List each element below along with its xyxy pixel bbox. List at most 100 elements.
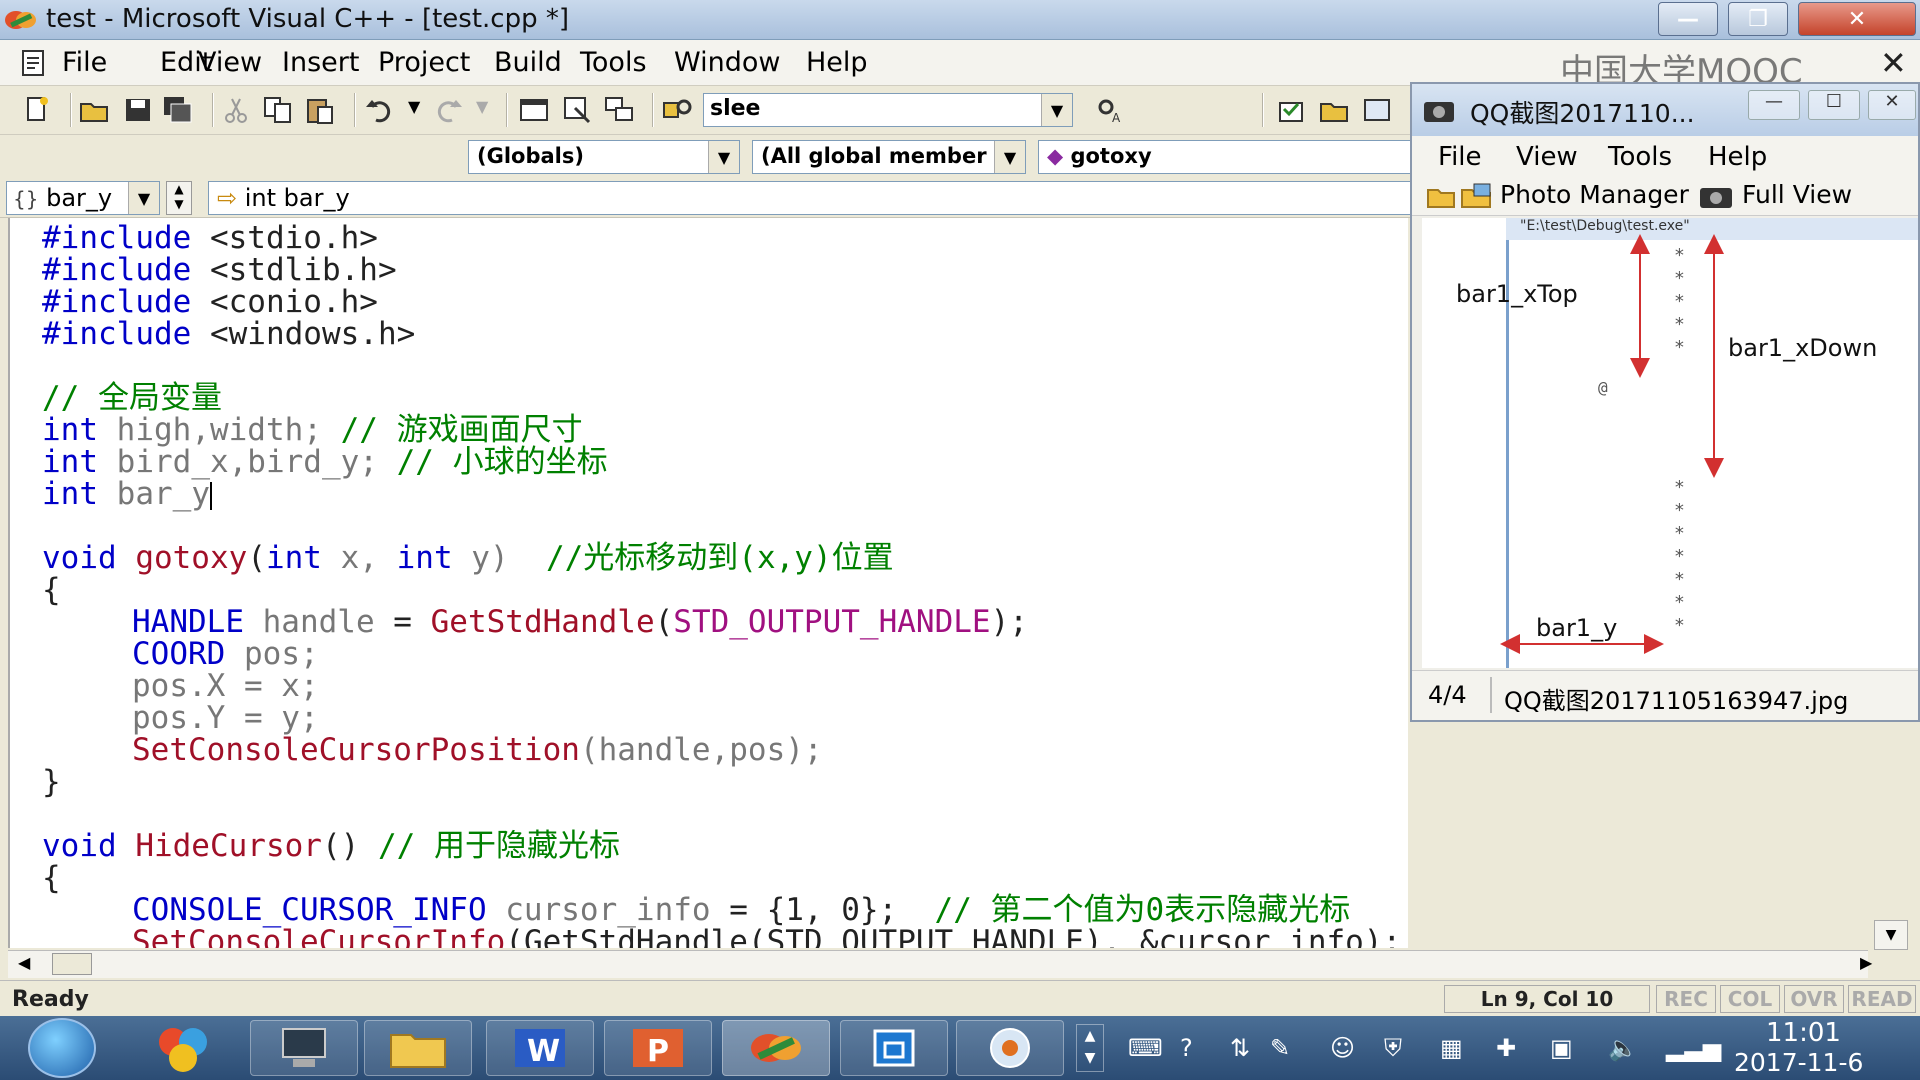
network-activity-icon[interactable]: ⇅	[1230, 1034, 1250, 1062]
menu-view[interactable]: View	[198, 47, 262, 78]
volume-icon[interactable]: 🔈	[1608, 1034, 1638, 1062]
definition-field[interactable]: ⇨ int bar_y	[208, 181, 1418, 215]
open-folder-icon[interactable]	[1426, 182, 1456, 210]
status-col: COL	[1720, 985, 1780, 1013]
output-window-icon[interactable]	[562, 95, 594, 125]
signal-icon[interactable]: ▂▃▅	[1666, 1034, 1721, 1062]
chevron-down-icon[interactable]: ▼	[708, 141, 739, 173]
task-word-icon[interactable]: W	[486, 1020, 594, 1076]
cut-icon[interactable]	[220, 95, 252, 125]
device-icon[interactable]: ▣	[1550, 1034, 1573, 1062]
copy-icon[interactable]	[262, 95, 294, 125]
viewer-menu-tools[interactable]: Tools	[1608, 142, 1672, 172]
project-window-icon[interactable]	[1362, 95, 1394, 125]
open-folder-icon[interactable]	[78, 95, 110, 125]
app-grid-icon[interactable]: ▦	[1440, 1034, 1463, 1062]
workspace-icon[interactable]	[518, 95, 550, 125]
clock-date[interactable]: 2017-11-6	[1734, 1048, 1863, 1077]
add-icon[interactable]: ✚	[1496, 1034, 1516, 1062]
viewer-menu-file[interactable]: File	[1438, 142, 1482, 172]
undo-icon[interactable]	[364, 95, 396, 125]
task-visual-cpp-icon[interactable]	[722, 1020, 830, 1076]
viewer-minimize-button[interactable]: —	[1748, 90, 1800, 120]
app-launcher-icon[interactable]	[130, 1020, 238, 1076]
scroll-right-icon[interactable]: ▶	[1860, 953, 1872, 972]
redo-icon[interactable]	[432, 95, 464, 125]
menu-tools[interactable]: Tools	[580, 47, 647, 78]
menu-insert[interactable]: Insert	[282, 47, 359, 78]
menu-file[interactable]: File	[62, 47, 107, 78]
viewer-menu-view[interactable]: View	[1516, 142, 1578, 172]
pen-input-icon[interactable]: ✎	[1270, 1034, 1290, 1062]
filter-combo[interactable]: (All global member ▼	[752, 140, 1026, 174]
show-hidden-icons-button[interactable]: ▲ ▼	[1076, 1024, 1104, 1072]
photo-manager-icon[interactable]	[1460, 182, 1494, 210]
symbol-spinner[interactable]: ▲ ▼	[166, 181, 192, 215]
scroll-down-button[interactable]: ▼	[1874, 920, 1908, 950]
code-editor[interactable]: #include <stdio.h> #include <stdlib.h> #…	[8, 218, 1408, 948]
chevron-down-icon: ▼	[1885, 927, 1897, 943]
save-all-icon[interactable]	[162, 95, 194, 125]
status-bar: Ready Ln 9, Col 10 REC COL OVR READ	[0, 980, 1920, 1016]
close-button[interactable]: ✕	[1798, 2, 1916, 36]
menu-build[interactable]: Build	[494, 47, 562, 78]
photo-manager-button[interactable]: Photo Manager	[1500, 180, 1689, 209]
svg-text:P: P	[647, 1034, 669, 1069]
visual-cpp-app-icon[interactable]	[4, 6, 38, 34]
chevron-down-icon[interactable]: ▼	[128, 182, 159, 214]
task-powerpoint-icon[interactable]: P	[604, 1020, 712, 1076]
camera-icon[interactable]	[1698, 182, 1736, 210]
open-project-icon[interactable]	[1318, 95, 1350, 125]
minimize-button[interactable]: —	[1658, 2, 1718, 36]
chevron-down-icon[interactable]: ▼	[1041, 94, 1072, 126]
label-bar1-y: bar1_y	[1536, 614, 1618, 642]
maximize-button[interactable]: ❐	[1728, 2, 1788, 36]
save-icon[interactable]	[122, 95, 154, 125]
paste-icon[interactable]	[304, 95, 336, 125]
find-combo[interactable]: slee ▼	[703, 93, 1073, 127]
clock-time[interactable]: 11:01	[1766, 1018, 1841, 1048]
code-line: HANDLE handle = GetStdHandle(STD_OUTPUT_…	[132, 604, 1028, 640]
viewer-menu-help[interactable]: Help	[1708, 142, 1767, 172]
maximize-icon: ☐	[1825, 91, 1843, 112]
task-remote-icon[interactable]	[840, 1020, 948, 1076]
menu-window[interactable]: Window	[674, 47, 780, 78]
redo-dropdown-icon[interactable]: ▼	[476, 97, 488, 116]
bar-lower-segment: * * * * * * *	[1674, 477, 1685, 636]
scroll-left-icon[interactable]: ◀	[18, 953, 30, 972]
bar-upper-segment: * * * * *	[1674, 245, 1685, 358]
menu-project[interactable]: Project	[378, 47, 470, 78]
symbol-combo[interactable]: {} bar_y ▼	[6, 181, 160, 215]
qq-icon[interactable]: ☺	[1330, 1034, 1355, 1062]
new-file-icon[interactable]	[20, 95, 52, 125]
minimize-icon: —	[1765, 91, 1783, 112]
viewer-close-button[interactable]: ✕	[1868, 90, 1916, 120]
window-list-icon[interactable]	[604, 95, 636, 125]
camera-icon	[1424, 102, 1454, 122]
horizontal-scrollbar[interactable]: ◀ ▶	[8, 950, 1872, 978]
keyboard-icon[interactable]: ⌨	[1128, 1034, 1163, 1062]
task-explorer-icon[interactable]	[364, 1020, 472, 1076]
viewer-maximize-button[interactable]: ☐	[1808, 90, 1860, 120]
member-combo[interactable]: ◆ gotoxy	[1038, 140, 1418, 174]
code-line: // 全局变量	[42, 380, 222, 416]
document-icon[interactable]	[18, 48, 48, 78]
screenshot-image: "E:\test\Debug\test.exe" * * * * * * * *…	[1422, 218, 1918, 668]
close-icon[interactable]: ✕	[1880, 44, 1907, 82]
task-screen-capture-icon[interactable]	[956, 1020, 1064, 1076]
find-in-files-icon[interactable]	[662, 95, 694, 125]
security-shield-icon[interactable]: ⛨	[1384, 1034, 1402, 1062]
taskbar: W P ▲ ▼ ⌨ ? ⇅ ✎ ☺ ⛨ ▦ ✚ ▣ 🔈 ▂▃▅ 11:01 201…	[0, 1016, 1920, 1080]
chevron-down-icon[interactable]: ▼	[994, 141, 1025, 173]
undo-dropdown-icon[interactable]: ▼	[408, 97, 420, 116]
task-computer-icon[interactable]	[250, 1020, 358, 1076]
class-wizard-icon[interactable]	[1276, 95, 1308, 125]
scrollbar-thumb[interactable]	[52, 953, 92, 975]
start-button[interactable]	[28, 1018, 96, 1078]
image-viewer-window: QQ截图2017110... — ☐ ✕ File View Tools Hel…	[1410, 82, 1920, 722]
full-view-button[interactable]: Full View	[1742, 180, 1852, 209]
find-icon[interactable]: A	[1096, 95, 1128, 125]
menu-help[interactable]: Help	[806, 47, 868, 78]
help-icon[interactable]: ?	[1180, 1034, 1193, 1062]
class-combo[interactable]: (Globals) ▼	[468, 140, 740, 174]
